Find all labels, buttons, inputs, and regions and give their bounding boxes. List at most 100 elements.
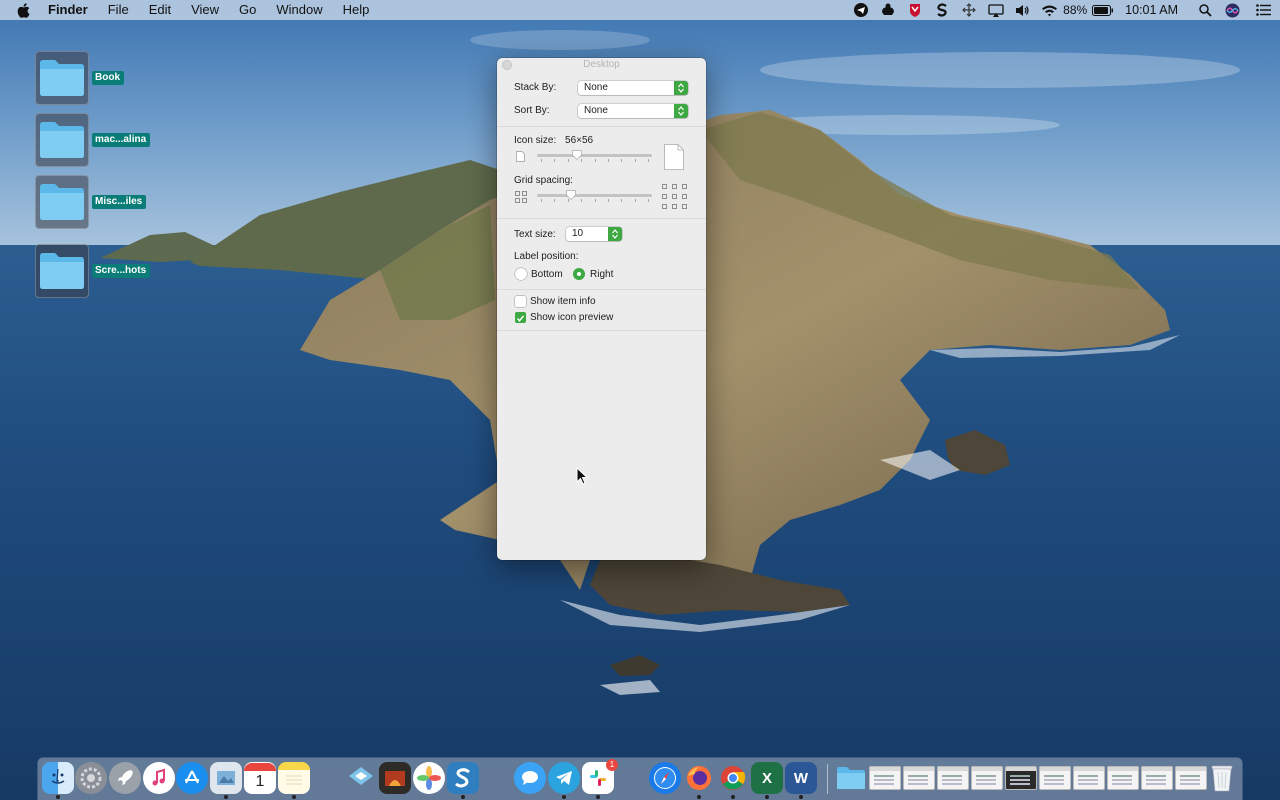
grid-spacing-label: Grid spacing: [514,175,573,186]
move-icon[interactable] [955,0,982,20]
text-size-value: 10 [572,228,584,239]
mcafee-icon[interactable] [901,0,928,20]
xcode-like-icon [345,762,377,794]
telegram-icon[interactable] [847,0,874,20]
slider-tick [621,199,623,202]
dock-minimized-window-1[interactable] [869,762,901,794]
dock-minimized-window-5[interactable] [1005,762,1037,794]
dock-app-store[interactable] [176,762,208,794]
label-position-bottom-radio[interactable] [515,268,527,280]
dock-minimized-window-9[interactable] [1141,762,1173,794]
dock-word[interactable]: W [785,762,817,799]
dock-telegram[interactable] [548,762,580,799]
show-item-info-label[interactable]: Show item info [530,296,596,307]
menu-file[interactable]: File [98,0,139,20]
dock-firefox[interactable] [683,762,715,799]
slider-tick [634,199,636,202]
dock-messages[interactable] [514,762,546,794]
menu-help[interactable]: Help [333,0,380,20]
dock-launchpad[interactable] [109,762,141,794]
battery-icon[interactable] [1091,0,1115,20]
menu-go[interactable]: Go [229,0,266,20]
notification-center-icon[interactable] [1246,0,1280,20]
dock-chrome[interactable] [717,762,749,799]
dock-slack[interactable]: 1 [582,759,618,799]
slider-tick [648,199,649,202]
dock-minimized-window-10[interactable] [1175,762,1207,794]
dock-excel[interactable]: X [751,762,783,799]
running-indicator [56,795,60,799]
dock-system-preferences[interactable] [75,762,107,794]
wifi-icon[interactable] [1036,0,1063,20]
mouse-cursor-icon [576,467,588,485]
dock-itunes[interactable] [143,762,175,794]
grid-spacing-slider[interactable] [537,194,652,197]
text-size-popup[interactable]: 10 [566,227,622,241]
sort-by-label: Sort By: [514,105,550,116]
show-icon-preview-label[interactable]: Show icon preview [530,312,613,323]
dock-minimized-window-2[interactable] [903,762,935,794]
system-preferences-icon [75,762,107,794]
dock-calendar[interactable]: 1 [244,762,276,794]
icon-size-slider-knob[interactable] [571,150,582,160]
menubar-clock[interactable]: 10:01 AM [1115,0,1192,20]
menu-view[interactable]: View [181,0,229,20]
close-button[interactable] [502,60,512,70]
dock-applications-folder[interactable] [835,762,867,794]
desktop-folder-book[interactable]: Book [35,51,155,105]
icon-size-slider[interactable] [537,154,652,157]
menu-edit[interactable]: Edit [139,0,181,20]
dock-trash[interactable] [1206,762,1238,794]
stripe-icon[interactable] [928,0,955,20]
desktop-folder-screenshots[interactable]: Scre...hots [35,244,155,298]
menu-bar: Finder File Edit View Go Window Help 88%… [0,0,1280,20]
photos-icon [413,762,445,794]
apple-menu-icon[interactable] [0,2,46,18]
notes-icon [278,762,310,794]
minimized-window-thumbnail [971,766,1003,790]
stack-by-value: None [584,82,608,93]
slider-tick [541,159,542,162]
dock-minimized-window-4[interactable] [971,762,1003,794]
app-store-icon [176,762,208,794]
divider [497,218,706,219]
dock-preview[interactable] [210,762,242,799]
spotlight-icon[interactable] [1192,0,1219,20]
folder-icon [40,253,84,289]
label-position-right-text[interactable]: Right [590,269,613,280]
slider-tick [594,159,596,162]
desktop-folder-misc-files[interactable]: Misc...iles [35,175,155,229]
airplay-icon[interactable] [982,0,1009,20]
label-position-bottom-text[interactable]: Bottom [531,269,563,280]
dock-minimized-window-3[interactable] [937,762,969,794]
dock-minimized-window-7[interactable] [1073,762,1105,794]
dock-photo-booth[interactable] [379,762,411,794]
dock-screens[interactable] [447,762,479,799]
panel-titlebar[interactable]: Desktop [497,58,706,72]
show-item-info-checkbox[interactable] [515,296,526,307]
stack-by-popup[interactable]: None [578,81,688,95]
dock-separator [827,764,828,794]
running-indicator [224,795,228,799]
sync-icon[interactable] [874,0,901,20]
show-icon-preview-checkbox[interactable] [515,312,526,323]
excel-icon: X [751,762,783,794]
app-menu-finder[interactable]: Finder [46,0,98,20]
dock-finder[interactable] [42,762,74,799]
sort-by-popup[interactable]: None [578,104,688,118]
dock-minimized-window-8[interactable] [1107,762,1139,794]
dock-notes[interactable] [278,762,310,799]
dock-safari[interactable] [649,762,681,794]
chevron-updown-icon [608,227,622,241]
trash-icon [1206,762,1238,794]
dock-photos[interactable] [413,762,445,794]
dock-dev-app[interactable] [345,762,377,794]
desktop-folder-mac-alina[interactable]: mac...alina [35,113,155,167]
label-position-right-radio[interactable] [573,268,585,280]
siri-icon[interactable] [1219,0,1246,20]
running-indicator [292,795,296,799]
dock-minimized-window-6[interactable] [1039,762,1071,794]
volume-icon[interactable] [1009,0,1036,20]
icon-size-label: Icon size: 56×56 [514,135,593,146]
menu-window[interactable]: Window [266,0,332,20]
